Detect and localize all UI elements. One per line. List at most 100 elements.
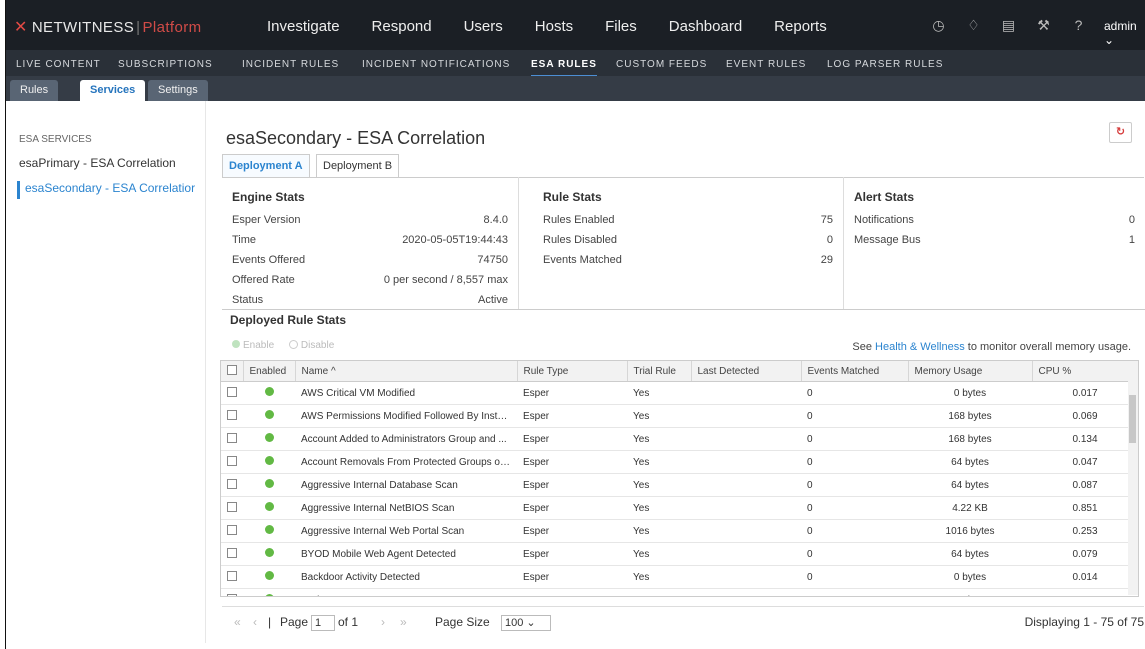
header-cpu[interactable]: CPU %	[1032, 361, 1138, 382]
cpu-percent: 0.134	[1032, 427, 1138, 451]
table-row[interactable]: AWS Critical VM Modified Esper Yes 0 0 bytes…	[221, 381, 1138, 405]
subnav-esa-rules[interactable]: ESA RULES	[531, 59, 597, 77]
header-name[interactable]: Name ^	[295, 361, 518, 382]
rule-name[interactable]: Backdoor Activity Detected	[295, 565, 517, 589]
subnav-event-rules[interactable]: EVENT RULES	[726, 59, 806, 70]
scrollbar-thumb[interactable]	[1129, 395, 1136, 443]
tab-services[interactable]: Services	[80, 80, 146, 101]
row-checkbox[interactable]	[221, 473, 243, 497]
help-icon[interactable]: ?	[1068, 17, 1089, 33]
row-checkbox[interactable]	[221, 565, 243, 589]
row-checkbox[interactable]	[221, 404, 243, 428]
sidebar-item-esa-primary[interactable]: esaPrimary - ESA Correlation	[19, 156, 176, 170]
row-checkbox[interactable]	[221, 450, 243, 474]
next-page-icon[interactable]: ›	[381, 615, 385, 629]
rule-name[interactable]: Cerber Ransomware	[295, 588, 517, 596]
table-row[interactable]: AWS Permissions Modified Followed By Ins…	[221, 404, 1138, 428]
rule-name[interactable]: BYOD Mobile Web Agent Detected	[295, 542, 517, 566]
tools-icon[interactable]: ⚒	[1033, 17, 1054, 33]
header-trial-rule[interactable]: Trial Rule	[627, 361, 692, 382]
checkbox-icon	[227, 524, 237, 535]
row-checkbox[interactable]	[221, 588, 243, 596]
tab-rules[interactable]: Rules	[10, 80, 59, 101]
trial-rule: Yes	[627, 381, 691, 405]
page-size-select[interactable]: 100 ⌄	[501, 615, 551, 631]
table-row[interactable]: Cerber RansomwareEsperYes 0896 bytes0.314	[221, 588, 1138, 596]
bell-icon[interactable]: ♢	[963, 17, 984, 33]
notes-icon[interactable]: ▤	[998, 17, 1019, 33]
rule-name[interactable]: Account Removals From Protected Groups o…	[295, 450, 517, 474]
table-row[interactable]: Aggressive Internal Database Scan Esper Ye…	[221, 473, 1138, 497]
checkbox-icon	[227, 432, 237, 443]
user-menu[interactable]: admin ⌄	[1104, 19, 1145, 47]
cpu-percent: 0.851	[1032, 496, 1138, 520]
rule-name[interactable]: Aggressive Internal NetBIOS Scan	[295, 496, 517, 520]
page-number-input[interactable]: 1	[311, 615, 335, 631]
last-page-icon[interactable]: »	[400, 615, 407, 629]
header-memory-usage[interactable]: Memory Usage	[908, 361, 1033, 382]
rule-name[interactable]: AWS Critical VM Modified	[295, 381, 517, 405]
app-window: ✕ NETWITNESS | Platform Investigate Resp…	[6, 0, 1145, 643]
trial-rule: Yes	[627, 542, 691, 566]
nav-respond[interactable]: Respond	[372, 18, 432, 35]
table-row[interactable]: Aggressive Internal Web Portal Scan Esper…	[221, 519, 1138, 543]
subnav-log-parser-rules[interactable]: LOG PARSER RULES	[827, 59, 943, 70]
rule-name[interactable]: Account Added to Administrators Group an…	[295, 427, 517, 451]
table-row[interactable]: Aggressive Internal NetBIOS Scan Esper Yes…	[221, 496, 1138, 520]
tab-deployment-b[interactable]: Deployment B	[316, 154, 400, 177]
previous-page-icon[interactable]: ‹	[253, 615, 257, 629]
last-detected	[691, 542, 801, 566]
nav-investigate[interactable]: Investigate	[267, 18, 340, 35]
header-events-matched[interactable]: Events Matched	[801, 361, 909, 382]
tab-settings[interactable]: Settings	[148, 80, 208, 101]
table-row[interactable]: Backdoor Activity Detected Esper Yes 0 0 byt…	[221, 565, 1138, 589]
header-rule-type[interactable]: Rule Type	[517, 361, 628, 382]
row-checkbox[interactable]	[221, 381, 243, 405]
stat-label: Offered Rate	[232, 274, 295, 286]
rule-name[interactable]: AWS Permissions Modified Followed By Ins…	[295, 404, 517, 428]
table-row[interactable]: Account Added to Administrators Group an…	[221, 427, 1138, 451]
table-row[interactable]: BYOD Mobile Web Agent Detected Esper Yes 0 6…	[221, 542, 1138, 566]
subnav-subscriptions[interactable]: SUBSCRIPTIONS	[118, 59, 213, 70]
refresh-button[interactable]: ↻	[1109, 122, 1132, 143]
row-checkbox[interactable]	[221, 496, 243, 520]
header-enabled[interactable]: Enabled	[243, 361, 296, 382]
timer-icon[interactable]: ◷	[928, 17, 949, 33]
table-scrollbar[interactable]	[1128, 381, 1138, 595]
enable-button[interactable]: Enable	[232, 340, 274, 351]
nav-hosts[interactable]: Hosts	[535, 18, 573, 35]
subnav-incident-notifications[interactable]: INCIDENT NOTIFICATIONS	[362, 59, 510, 70]
table-row[interactable]: Account Removals From Protected Groups o…	[221, 450, 1138, 474]
last-detected	[691, 588, 801, 596]
rule-type: Esper	[517, 404, 627, 428]
nav-files[interactable]: Files	[605, 18, 637, 35]
top-navigation: ✕ NETWITNESS | Platform Investigate Resp…	[6, 0, 1145, 50]
subnav-live-content[interactable]: LIVE CONTENT	[16, 59, 101, 70]
nav-dashboard[interactable]: Dashboard	[669, 18, 742, 35]
header-last-detected[interactable]: Last Detected	[691, 361, 802, 382]
deployment-tabs: Deployment A Deployment B	[222, 154, 1144, 178]
rule-name[interactable]: Aggressive Internal Database Scan	[295, 473, 517, 497]
cpu-percent: 0.014	[1032, 565, 1138, 589]
stat-value: 75	[820, 214, 833, 226]
engine-stat-row: Offered Rate 0 per second / 8,557 max	[232, 274, 508, 291]
subnav-incident-rules[interactable]: INCIDENT RULES	[242, 59, 339, 70]
chevron-down-icon: ⌄	[1104, 33, 1115, 47]
first-page-icon[interactable]: «	[234, 615, 241, 629]
select-all-checkbox[interactable]	[221, 361, 244, 382]
sidebar-item-esa-secondary[interactable]: esaSecondary - ESA Correlatior	[17, 181, 210, 199]
row-checkbox[interactable]	[221, 542, 243, 566]
stat-value: Active	[478, 294, 508, 306]
health-wellness-link[interactable]: Health & Wellness	[875, 341, 965, 353]
disable-button[interactable]: Disable	[277, 340, 334, 351]
subnav-custom-feeds[interactable]: CUSTOM FEEDS	[616, 59, 707, 70]
rule-stat-row: Events Matched 29	[543, 254, 833, 271]
row-checkbox[interactable]	[221, 427, 243, 451]
checkbox-icon	[227, 386, 237, 397]
nav-reports[interactable]: Reports	[774, 18, 827, 35]
nav-users[interactable]: Users	[464, 18, 503, 35]
rule-name[interactable]: Aggressive Internal Web Portal Scan	[295, 519, 517, 543]
tab-deployment-a[interactable]: Deployment A	[222, 154, 310, 177]
displaying-count: Displaying 1 - 75 of 75	[1024, 615, 1144, 629]
row-checkbox[interactable]	[221, 519, 243, 543]
